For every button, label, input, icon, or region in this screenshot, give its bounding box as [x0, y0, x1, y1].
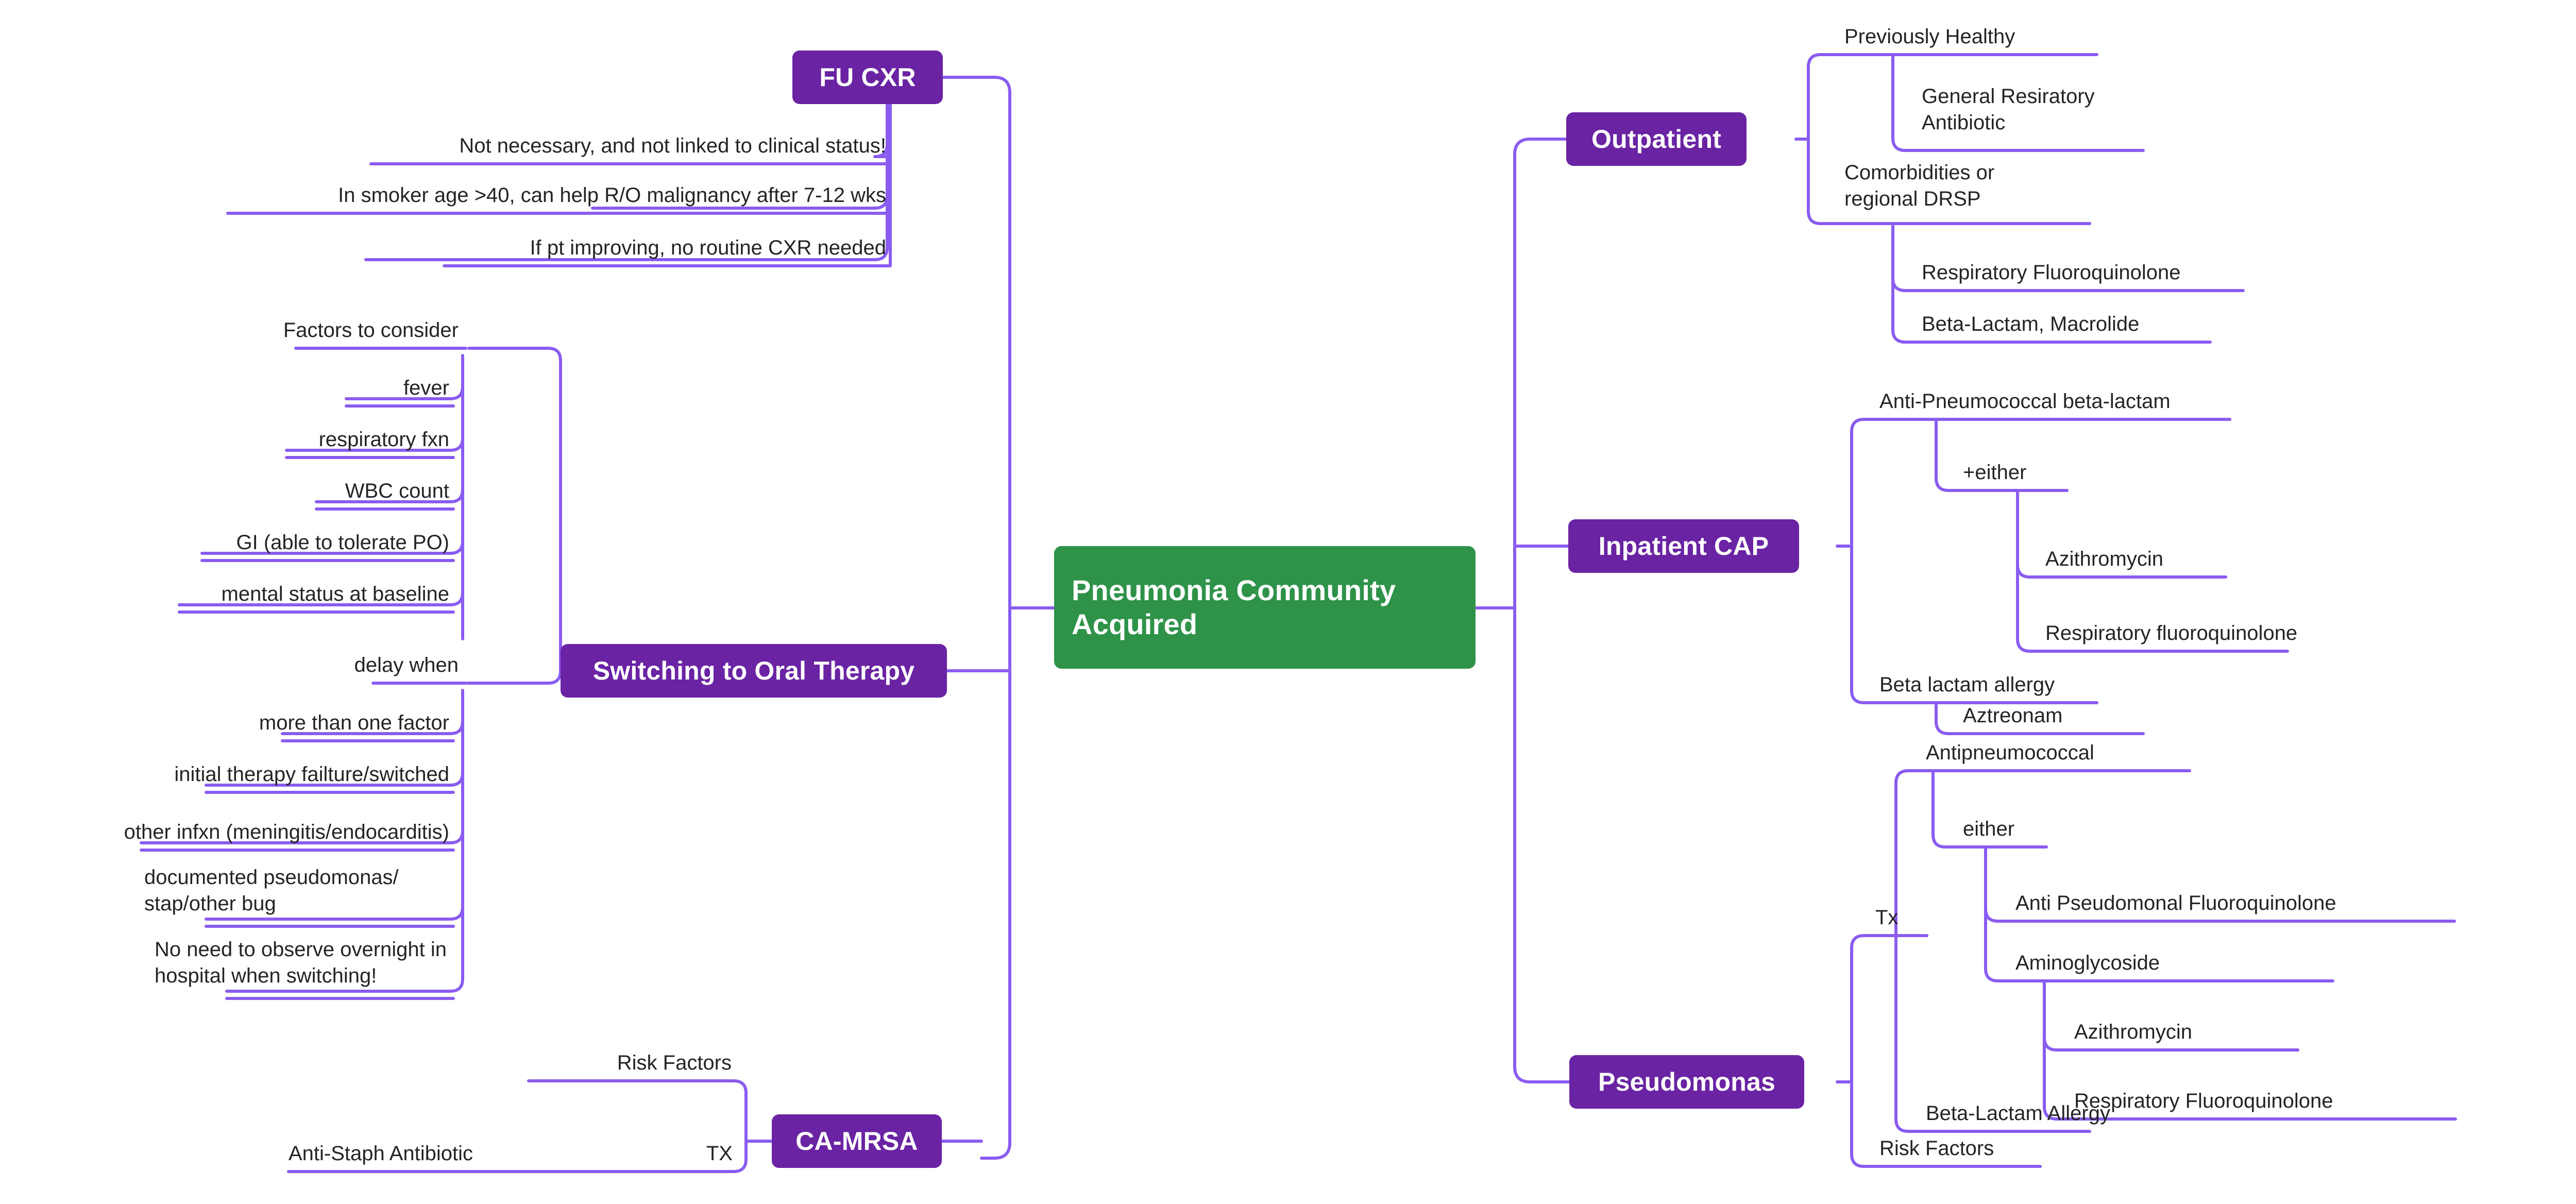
leaf-pseudomonas-aminoglycoside[interactable]: Aminoglycoside: [2015, 950, 2335, 976]
leaf-factor-mental-status[interactable]: mental status at baseline: [140, 581, 449, 607]
leaf-delay-initial-therapy-failure[interactable]: initial therapy failture/switched: [88, 761, 449, 788]
leaf-factor-wbc-count[interactable]: WBC count: [206, 478, 449, 504]
branch-node-outpatient[interactable]: Outpatient: [1566, 112, 1747, 166]
leaf-delay-no-need-observe-overnight[interactable]: No need to observe overnight in hospital…: [155, 937, 449, 989]
leaf-outpatient-comorbidities-drsp[interactable]: Comorbidities or regional DRSP: [1844, 160, 2133, 212]
leaf-inpatient-anti-pneumococcal-beta-lactam[interactable]: Anti-Pneumococcal beta-lactam: [1879, 388, 2250, 415]
root-node[interactable]: Pneumonia Community Acquired: [1054, 546, 1476, 669]
branch-node-pseudomonas[interactable]: Pseudomonas: [1569, 1055, 1804, 1109]
leaf-outpatient-general-respiratory-antibiotic[interactable]: General Resiratory Antibiotic: [1922, 83, 2210, 136]
leaf-ca-mrsa-risk-factors[interactable]: Risk Factors: [515, 1050, 732, 1076]
leaf-outpatient-beta-lactam-macrolide[interactable]: Beta-Lactam, Macrolide: [1922, 311, 2241, 337]
branch-node-fu-cxr[interactable]: FU CXR: [792, 50, 943, 104]
leaf-pseudomonas-tx[interactable]: Tx: [1875, 905, 1978, 931]
leaf-inpatient-azithromycin[interactable]: Azithromycin: [2045, 546, 2262, 572]
leaf-pseudomonas-risk-factors[interactable]: Risk Factors: [1879, 1135, 2096, 1162]
leaf-pseudomonas-antipneumococcal[interactable]: Antipneumococcal: [1926, 740, 2245, 766]
branch-node-inpatient-cap[interactable]: Inpatient CAP: [1568, 519, 1799, 573]
leaf-outpatient-respiratory-fluoroquinolone[interactable]: Respiratory Fluoroquinolone: [1922, 260, 2272, 286]
leaf-inpatient-plus-either[interactable]: +either: [1963, 460, 2107, 486]
mindmap-canvas: Pneumonia Community Acquired FU CXR Swit…: [0, 0, 2576, 1204]
branch-node-switching-to-oral-therapy[interactable]: Switching to Oral Therapy: [561, 644, 947, 698]
leaf-outpatient-previously-healthy[interactable]: Previously Healthy: [1844, 24, 2133, 50]
leaf-delay-more-than-one-factor[interactable]: more than one factor: [170, 710, 449, 736]
leaf-factors-to-consider[interactable]: Factors to consider: [196, 317, 459, 344]
leaf-ca-mrsa-tx[interactable]: TX: [608, 1141, 733, 1167]
leaf-fu-cxr-1[interactable]: Not necessary, and not linked to clinica…: [278, 133, 886, 159]
leaf-delay-documented-pseudomonas[interactable]: documented pseudomonas/ stap/other bug: [144, 864, 449, 917]
leaf-ca-mrsa-anti-staph-antibiotic[interactable]: Anti-Staph Antibiotic: [289, 1141, 608, 1167]
leaf-pseudomonas-azithromycin[interactable]: Azithromycin: [2074, 1019, 2301, 1045]
leaf-pseudomonas-beta-lactam-allergy[interactable]: Beta-Lactam Allergy: [1926, 1100, 2204, 1127]
leaf-fu-cxr-2[interactable]: In smoker age >40, can help R/O malignan…: [155, 182, 886, 209]
leaf-inpatient-aztreonam[interactable]: Aztreonam: [1963, 703, 2169, 729]
leaf-pseudomonas-either[interactable]: either: [1963, 816, 2087, 842]
leaf-factor-respiratory-fxn[interactable]: respiratory fxn: [196, 427, 449, 453]
leaf-fu-cxr-3[interactable]: If pt improving, no routine CXR needed: [361, 235, 886, 261]
leaf-factor-gi-tolerate-po[interactable]: GI (able to tolerate PO): [147, 530, 449, 556]
leaf-factor-fever[interactable]: fever: [222, 375, 449, 401]
leaf-delay-when[interactable]: delay when: [268, 652, 459, 679]
branch-node-ca-mrsa[interactable]: CA-MRSA: [772, 1114, 942, 1168]
leaf-inpatient-beta-lactam-allergy[interactable]: Beta lactam allergy: [1879, 672, 2137, 698]
leaf-inpatient-respiratory-fluoroquinolone[interactable]: Respiratory fluoroquinolone: [2045, 620, 2334, 647]
leaf-delay-other-infxn[interactable]: other infxn (meningitis/endocarditis): [31, 819, 449, 845]
leaf-pseudomonas-anti-pseudomonal-fluoroquinolone[interactable]: Anti Pseudomonal Fluoroquinolone: [2015, 890, 2479, 917]
